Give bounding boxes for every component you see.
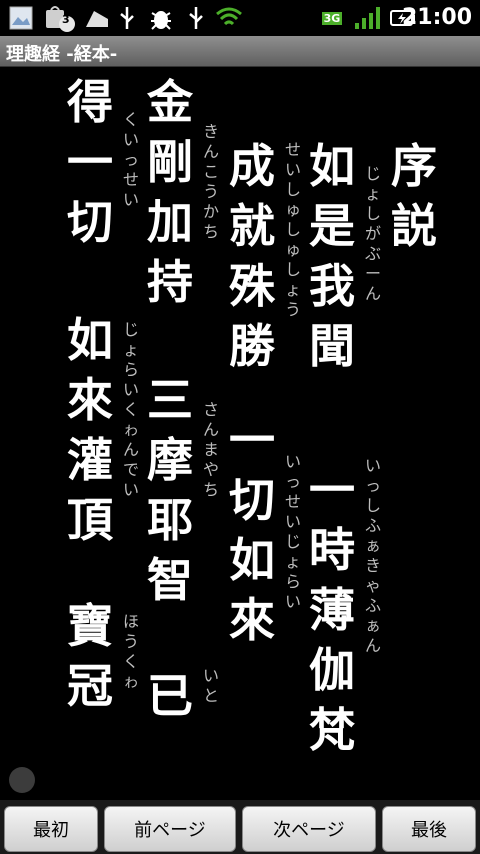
sutra-character: 一 (309, 463, 355, 517)
sutra-character: 灌 (67, 433, 113, 487)
previous-page-button[interactable]: 前ページ (104, 806, 236, 852)
sutra-column: 金剛加持 (140, 72, 200, 312)
scroll-indicator (9, 767, 35, 793)
ruby-reading: じょしがぶーん (364, 164, 381, 303)
sutra-character: 來 (67, 373, 113, 427)
ruby-reading: くいっせい (122, 110, 139, 209)
shopping-bag-icon: 3 (42, 5, 78, 32)
app-title: 理趣経 -経本- (6, 44, 118, 65)
sutra-character: 一 (67, 135, 113, 189)
wifi-icon (214, 5, 244, 31)
download-icon (82, 5, 112, 31)
sutra-character: 薄 (309, 583, 355, 637)
sutra-column: 三摩耶智 (140, 370, 200, 610)
sutra-column: 成就殊勝 (222, 136, 282, 376)
network-type-badge: 3G (321, 11, 343, 25)
sutra-character: 伽 (309, 643, 355, 697)
sutra-character: 是 (309, 199, 355, 253)
title-bar: 理趣経 -経本- (0, 36, 480, 67)
ruby-reading: ほうくゎ (122, 612, 139, 691)
sutra-character: 説 (391, 199, 437, 253)
picture-icon (6, 5, 36, 31)
sutra-column: 一切如來 (222, 410, 282, 650)
sutra-character: 已 (147, 669, 193, 723)
clock: 21:00 (401, 5, 472, 30)
next-page-button[interactable]: 次ページ (242, 806, 376, 852)
sutra-character: 冠 (67, 659, 113, 713)
sutra-column: 得一切 (60, 72, 120, 252)
notification-count: 3 (62, 13, 70, 26)
sutra-character: 持 (147, 255, 193, 309)
last-page-button[interactable]: 最後 (382, 806, 476, 852)
sutra-column: 已 (140, 666, 200, 726)
sutra-character: 就 (229, 199, 275, 253)
sutra-character: 如 (309, 139, 355, 193)
sutra-character: 三 (147, 373, 193, 427)
usb-icon (184, 5, 208, 31)
sutra-character: 成 (229, 139, 275, 193)
sutra-character: 時 (309, 523, 355, 577)
sutra-character: 加 (147, 195, 193, 249)
sutra-character: 來 (229, 593, 275, 647)
sutra-character: 寶 (67, 599, 113, 653)
sutra-character: 勝 (229, 319, 275, 373)
sutra-character: 殊 (229, 259, 275, 313)
bug-icon (148, 5, 174, 31)
sutra-character: 如 (67, 313, 113, 367)
status-bar: 3 3G 21:00 (0, 0, 480, 36)
first-page-button[interactable]: 最初 (4, 806, 98, 852)
ruby-reading: いっしふぁきゃふぁん (364, 456, 381, 655)
sutra-character: 聞 (309, 319, 355, 373)
signal-icon (352, 5, 382, 31)
sutra-column: 如來灌頂 (60, 310, 120, 550)
sutra-character: 一 (229, 413, 275, 467)
sutra-column: 如是我聞 (302, 136, 362, 376)
ruby-reading: いっせいじょらい (284, 452, 301, 611)
ruby-reading: じょらいくゎんでい (122, 320, 139, 499)
sutra-column: 一時薄伽梵 (302, 460, 362, 760)
sutra-character: 切 (229, 473, 275, 527)
sutra-character: 頂 (67, 493, 113, 547)
sutra-character: 摩 (147, 433, 193, 487)
sutra-character: 梵 (309, 703, 355, 757)
sutra-character: 切 (67, 195, 113, 249)
usb-icon (114, 5, 140, 31)
sutra-character: 得 (67, 75, 113, 129)
sutra-column: 寶冠 (60, 596, 120, 716)
sutra-character: 序 (391, 139, 437, 193)
ruby-reading: いと (202, 666, 219, 705)
sutra-character: 金 (147, 75, 193, 129)
sutra-character: 耶 (147, 493, 193, 547)
sutra-character: 剛 (147, 135, 193, 189)
ruby-reading: せいしゅしゅしょう (284, 140, 301, 319)
sutra-character: 如 (229, 533, 275, 587)
sutra-character: 智 (147, 553, 193, 607)
ruby-reading: きんこうかち (202, 122, 219, 241)
sutra-character: 我 (309, 259, 355, 313)
ruby-reading: さんまやち (202, 400, 219, 499)
sutra-column: 序説 (384, 136, 444, 256)
